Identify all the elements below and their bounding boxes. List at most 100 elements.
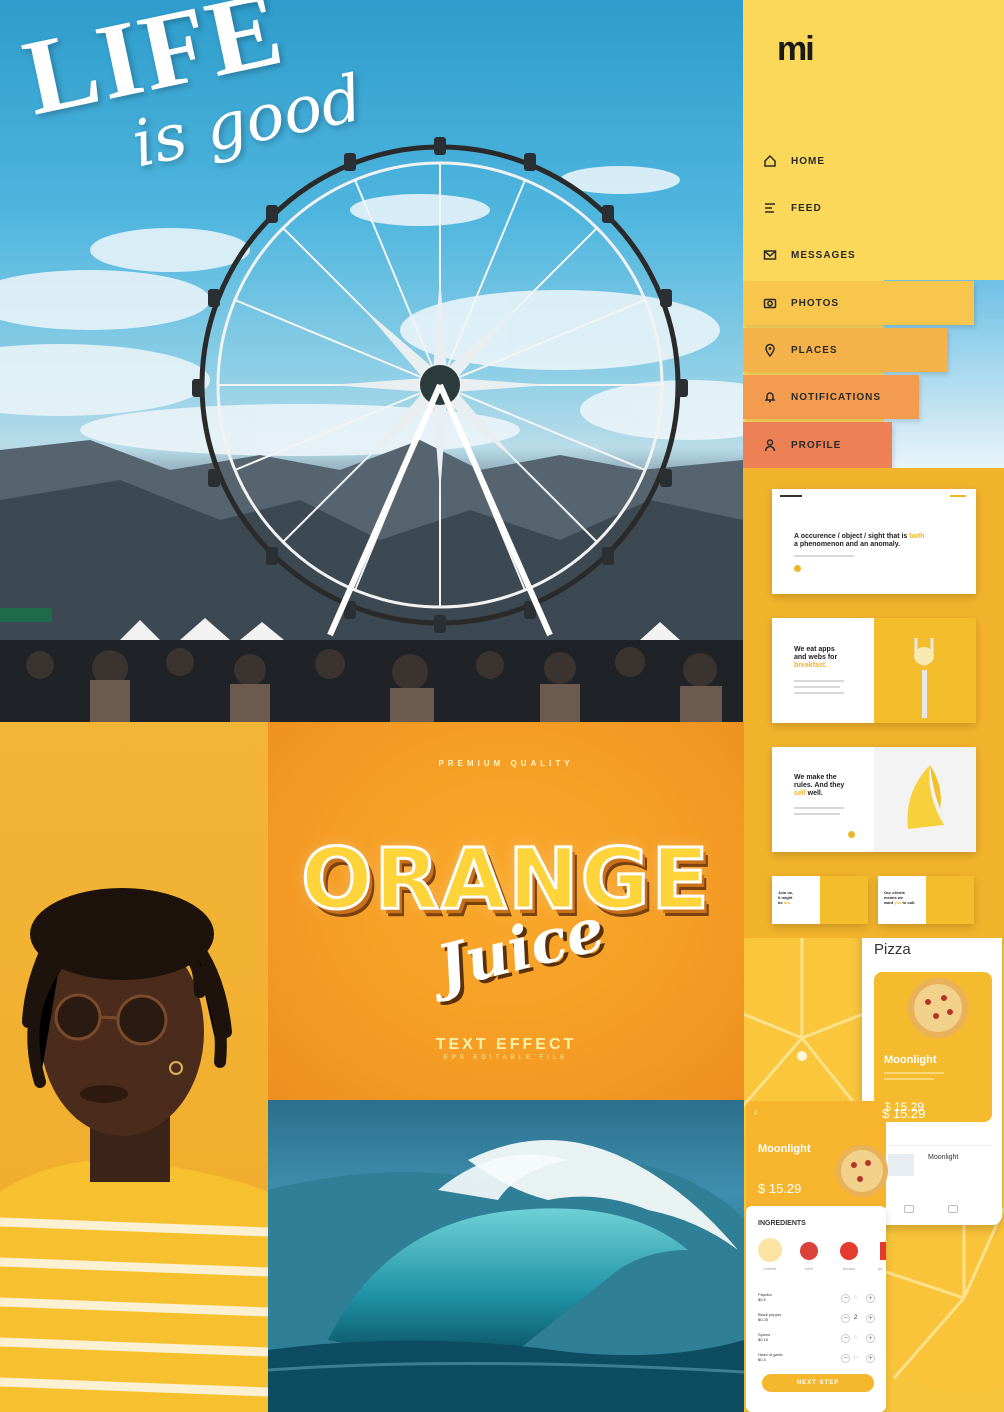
delivery-row: Moonlight xyxy=(888,1145,992,1185)
card5-line4: to call. xyxy=(902,900,916,905)
menu-item-home[interactable]: HOME xyxy=(743,139,825,183)
ingredients-title: INGREDIENTS xyxy=(758,1220,806,1227)
row-price: $0.5 xyxy=(758,1297,766,1302)
menu-item-notifications[interactable]: NOTIFICATIONS xyxy=(743,375,919,419)
cart-icon[interactable] xyxy=(904,1205,914,1213)
mail-icon xyxy=(763,248,777,262)
pizza-name: Moonlight xyxy=(884,1054,937,1066)
increase-button[interactable]: + xyxy=(866,1294,875,1303)
row-qty: 0 xyxy=(854,1295,857,1301)
banana-illustration xyxy=(907,765,944,829)
template-card-3[interactable]: We make the rules. And they sell well. xyxy=(772,747,976,852)
menu-item-messages[interactable]: MESSAGES xyxy=(743,233,856,277)
bag-icon[interactable] xyxy=(948,1205,958,1213)
user-icon xyxy=(763,438,777,452)
festival-sign xyxy=(0,608,52,622)
ocean-wave-photo xyxy=(268,1100,744,1412)
pin-icon xyxy=(763,343,777,357)
ingredient-label: pe xyxy=(878,1266,883,1271)
card5-image-panel xyxy=(926,876,974,924)
template-card-4[interactable]: Join us, it might be fun. xyxy=(772,876,868,924)
template-card-2[interactable]: We eat apps and webs for breakfast. xyxy=(772,618,976,723)
card3-line3: well. xyxy=(807,790,823,797)
man-portrait-photo xyxy=(0,722,268,1412)
pizza-order-screen: ‹ Moonlight $ 15.29 xyxy=(746,1101,888,1211)
ingredients-screen: INGREDIENTS cheese beef tomato pe Paprik… xyxy=(746,1206,886,1412)
app-logo: mi xyxy=(777,30,815,68)
increase-button[interactable]: + xyxy=(866,1314,875,1323)
card3-dot xyxy=(848,831,855,838)
card2-line2: and webs for xyxy=(794,654,838,661)
pizza-price-overlap: $ 15.29 xyxy=(882,1106,926,1121)
card1-dot xyxy=(794,565,801,572)
ingredient-label: beef xyxy=(805,1266,813,1271)
ingredient-row: Black pepper $0.25 xyxy=(758,1312,883,1322)
ingredient-row: Paprika $0.5 xyxy=(758,1292,883,1302)
navigation-menu-mockup: mi HOME FEED MESSAGES PHOTOS PLACES NOTI… xyxy=(743,0,1004,468)
ferris-wheel-photo: LIFE is good xyxy=(0,0,743,722)
menu-item-label: PROFILE xyxy=(791,439,842,451)
feed-icon xyxy=(763,201,777,215)
text-effect-label: TEXT EFFECT xyxy=(435,1036,577,1053)
map-thumbnail xyxy=(888,1154,914,1176)
ingredient-label: tomato xyxy=(842,1266,856,1271)
menu-item-places[interactable]: PLACES xyxy=(743,328,947,372)
card1-line2: a phenomenon and an anomaly. xyxy=(794,541,901,548)
row-price: $0.3 xyxy=(758,1357,766,1362)
ingredient-row: Spices $0.15 xyxy=(758,1332,883,1342)
camera-icon xyxy=(763,296,777,310)
row-qty: 2 xyxy=(854,1315,858,1321)
decrease-button[interactable]: − xyxy=(841,1294,850,1303)
bell-icon xyxy=(763,390,777,404)
card3-highlight: sell xyxy=(794,790,806,797)
menu-item-label: HOME xyxy=(791,155,825,167)
ingredient-label: cheese xyxy=(763,1266,777,1271)
decrease-button[interactable]: − xyxy=(841,1314,850,1323)
ingredient-beef[interactable] xyxy=(800,1242,818,1260)
home-icon xyxy=(763,154,777,168)
row-price: $0.25 xyxy=(758,1317,769,1322)
decrease-button[interactable]: − xyxy=(841,1354,850,1363)
orange-juice-text-effect: PREMIUM QUALITY ORANGE Juice TEXT EFFECT… xyxy=(268,722,744,1100)
wave-illustration xyxy=(268,1140,744,1412)
card3-line1: We make the xyxy=(794,774,837,781)
menu-item-label: PHOTOS xyxy=(791,297,840,309)
premium-quality-label: PREMIUM QUALITY xyxy=(438,759,574,768)
pizza-slice-illustration xyxy=(836,1145,888,1197)
fork-spaghetti-illustration xyxy=(914,638,934,718)
card3-line2: rules. And they xyxy=(794,782,845,789)
increase-button[interactable]: + xyxy=(866,1354,875,1363)
menu-item-label: PLACES xyxy=(791,344,838,356)
back-arrow-icon[interactable]: ‹ xyxy=(754,1107,757,1118)
card5-line3: want xyxy=(884,900,894,905)
pizza-app-mockup: Pizza Moonlight $ 15.29 Moonlight ‹ Moon… xyxy=(744,938,1004,1412)
orange-title: ORANGE xyxy=(300,829,711,930)
row-qty: 0 xyxy=(854,1335,857,1341)
next-step-button[interactable]: NEXT STEP xyxy=(762,1374,874,1392)
menu-item-photos[interactable]: PHOTOS xyxy=(743,281,974,325)
web-templates-preview: A occurence / object / sight that is bot… xyxy=(743,468,1004,938)
card2-image-panel xyxy=(874,618,976,723)
card4-line3: be xyxy=(778,900,783,905)
ingredient-pepper[interactable] xyxy=(880,1242,886,1260)
ingredient-cheese[interactable] xyxy=(758,1238,782,1262)
template-card-5[interactable]: Our clients means we want you to call. xyxy=(878,876,974,924)
card4-image-panel xyxy=(820,876,868,924)
detail-pizza-name: Moonlight xyxy=(758,1143,811,1155)
row-qty: 0 xyxy=(854,1355,857,1361)
card5-highlight: you xyxy=(894,900,902,905)
increase-button[interactable]: + xyxy=(866,1334,875,1343)
man-illustration xyxy=(0,888,268,1412)
ingredient-tomato[interactable] xyxy=(840,1242,858,1260)
template-card-1[interactable]: A occurence / object / sight that is bot… xyxy=(772,489,976,594)
menu-item-profile[interactable]: PROFILE xyxy=(743,422,892,468)
map-pizza-name: Moonlight xyxy=(928,1154,959,1161)
card1-highlight: both xyxy=(909,533,925,540)
decrease-button[interactable]: − xyxy=(841,1334,850,1343)
menu-item-label: NOTIFICATIONS xyxy=(791,391,882,403)
ingredient-row: Head of garlic $0.3 xyxy=(758,1352,883,1362)
card2-highlight: breakfast. xyxy=(794,662,828,669)
pizza-product-card[interactable]: Moonlight $ 15.29 xyxy=(874,972,992,1122)
card3-image-panel xyxy=(874,747,976,852)
menu-item-feed[interactable]: FEED xyxy=(743,186,822,230)
